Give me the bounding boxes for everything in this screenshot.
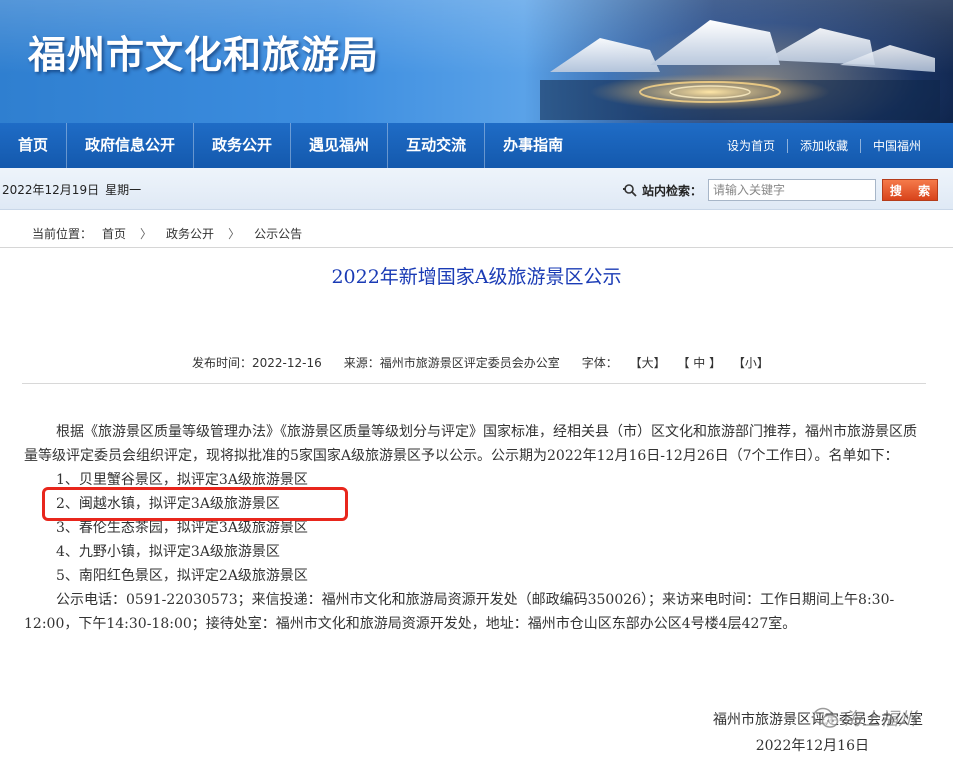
contact-paragraph: 公示电话：0591-22030573；来信投递：福州市文化和旅游局资源开发处（邮… [24, 592, 895, 632]
add-favorite-link[interactable]: 添加收藏 [786, 138, 860, 153]
list-item: 5、南阳红色景区，拟评定2A级旅游景区 [56, 568, 308, 584]
signature-date: 2022年12月16日 [755, 738, 869, 754]
article-meta: 发布时间：2022-12-16 来源：福州市旅游景区评定委员会办公室 字体： 【… [192, 354, 777, 371]
search-icon [623, 184, 637, 197]
intro-paragraph: 根据《旅游景区质量等级管理办法》《旅游景区质量等级划分与评定》国家标准，经相关县… [24, 424, 917, 464]
breadcrumb-prefix: 当前位置： [32, 227, 93, 241]
nav-item-affairs[interactable]: 政务公开 [194, 123, 292, 168]
breadcrumb-notices[interactable]: 公示公告 [254, 225, 302, 242]
breadcrumb-separator: 〉 [228, 227, 241, 241]
search-button[interactable]: 搜 索 [882, 179, 939, 201]
main-navbar: 首页 政府信息公开 政务公开 遇见福州 互动交流 办事指南 设为首页 添加收藏 … [0, 123, 953, 168]
font-size-control: 字体： 【大】 【 中 】 【小】 [582, 354, 777, 371]
publish-time: 发布时间：2022-12-16 [192, 356, 322, 370]
article-title: 2022年新增国家A级旅游景区公示 [331, 266, 622, 288]
weekday-value: 星期一 [105, 183, 142, 197]
highlight-annotation [42, 487, 348, 521]
nav-item-gov-info[interactable]: 政府信息公开 [67, 123, 195, 168]
date-value: 2022年12月19日 [2, 183, 100, 197]
set-homepage-link[interactable]: 设为首页 [715, 139, 787, 153]
nav-quick-links: 设为首页 添加收藏 中国福州 [715, 123, 933, 168]
info-bar: 2022年12月19日星期一 站内检索： 搜 索 [0, 168, 953, 210]
current-date: 2022年12月19日 星期一 [2, 181, 147, 198]
font-small-button[interactable]: 【小】 [733, 356, 769, 370]
breadcrumb: 当前位置： 首页 〉 政务公开 〉 公示公告 [0, 220, 953, 248]
china-fuzhou-link[interactable]: 中国福州 [859, 138, 933, 153]
watermark-text: 海上福州 [844, 709, 916, 730]
search-label-text: 站内检索： [642, 183, 703, 198]
breadcrumb-separator: 〉 [140, 227, 153, 241]
nav-item-meet-fuzhou[interactable]: 遇见福州 [291, 123, 389, 168]
search-label: 站内检索： [623, 182, 702, 199]
site-title: 福州市文化和旅游局 [28, 33, 380, 77]
article-body: 根据《旅游景区质量等级管理办法》《旅游景区质量等级划分与评定》国家标准，经相关县… [24, 420, 928, 636]
meta-divider [22, 383, 926, 384]
nav-main: 首页 政府信息公开 政务公开 遇见福州 互动交流 办事指南 [0, 123, 581, 168]
font-label: 字体： [581, 356, 618, 370]
site-search: 站内检索： 搜 索 [623, 179, 939, 201]
breadcrumb-affairs[interactable]: 政务公开 [166, 225, 214, 242]
breadcrumb-home[interactable]: 首页 [102, 225, 126, 242]
font-medium-button[interactable]: 【 中 】 [677, 356, 721, 370]
wechat-icon [813, 707, 839, 728]
search-input[interactable] [708, 179, 877, 201]
list-item: 4、九野小镇，拟评定3A级旅游景区 [56, 544, 280, 560]
nav-item-home[interactable]: 首页 [0, 123, 68, 168]
nav-item-interaction[interactable]: 互动交流 [388, 123, 486, 168]
nav-item-guide[interactable]: 办事指南 [485, 123, 581, 168]
venue-illustration [540, 20, 940, 120]
article-source: 来源：福州市旅游景区评定委员会办公室 [343, 356, 560, 370]
watermark: 海上福州 [812, 705, 916, 731]
header-banner: 福州市文化和旅游局 [0, 0, 953, 123]
font-large-button[interactable]: 【大】 [630, 356, 666, 370]
